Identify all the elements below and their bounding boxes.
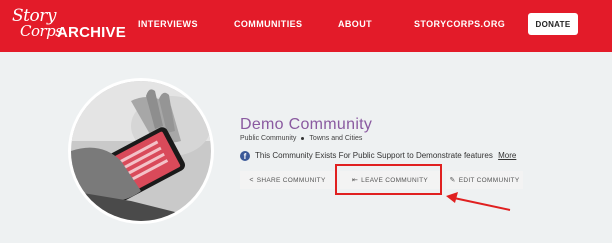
- nav-about[interactable]: ABOUT: [338, 19, 372, 29]
- more-link[interactable]: More: [498, 151, 516, 160]
- share-community-label: SHARE COMMUNITY: [256, 176, 326, 184]
- community-title: Demo Community: [240, 116, 373, 133]
- share-community-button[interactable]: < SHARE COMMUNITY: [240, 171, 335, 189]
- community-avatar-image: [71, 81, 211, 221]
- edit-icon: ✎: [449, 177, 456, 184]
- annotation-arrow-icon: [446, 192, 511, 211]
- edit-community-label: EDIT COMMUNITY: [458, 176, 520, 184]
- nav-storycorps-org[interactable]: STORYCORPS.ORG: [414, 19, 505, 29]
- nav-communities[interactable]: COMMUNITIES: [234, 19, 302, 29]
- separator-dot: [301, 137, 305, 140]
- community-description: This Community Exists For Public Support…: [255, 151, 516, 160]
- storycorps-archive-logo[interactable]: Story Corps ARCHIVE: [12, 6, 126, 48]
- leave-highlight-box: [335, 164, 442, 195]
- community-category[interactable]: Towns and Cities: [309, 135, 362, 142]
- edit-community-button[interactable]: ✎ EDIT COMMUNITY: [446, 171, 523, 189]
- site-header: Story Corps ARCHIVE INTERVIEWS COMMUNITI…: [0, 0, 612, 52]
- community-avatar: [68, 78, 214, 224]
- community-type: Public Community: [240, 135, 297, 142]
- logo-archive-text: ARCHIVE: [57, 24, 126, 41]
- facebook-icon[interactable]: f: [240, 151, 250, 161]
- description-text: This Community Exists For Public Support…: [255, 151, 493, 160]
- phone-in-hands-image: [71, 81, 211, 221]
- community-meta: Public Community Towns and Cities: [240, 135, 362, 142]
- share-icon: <: [249, 176, 254, 184]
- nav-interviews[interactable]: INTERVIEWS: [138, 19, 198, 29]
- donate-button[interactable]: DONATE: [528, 13, 578, 35]
